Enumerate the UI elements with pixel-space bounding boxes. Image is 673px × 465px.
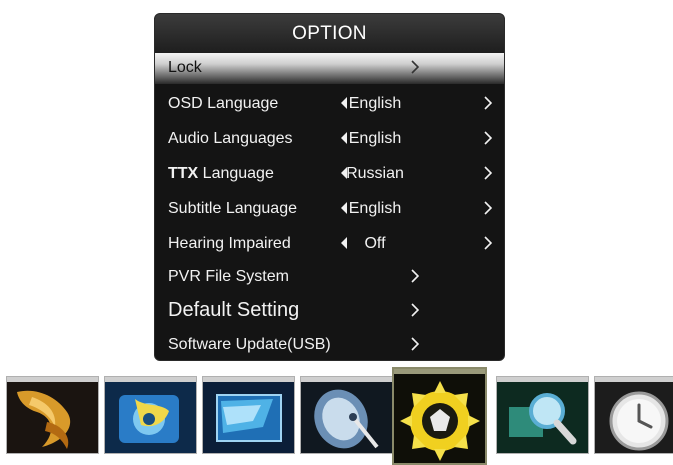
menu-item-hearing-impaired[interactable]: Hearing Impaired Off [155,229,504,260]
screen-menu-icon[interactable] [202,376,295,454]
menu-item-pvr-file-system[interactable]: PVR File System [155,262,504,293]
chevron-left-icon[interactable] [340,236,348,250]
menu-title: OPTION [155,14,504,53]
option-menu: OPTION Lock OSD Language English Audio L… [154,13,505,361]
chevron-left-icon[interactable] [340,131,348,145]
menu-item-label: Hearing Impaired [168,235,291,252]
chevron-left-icon[interactable] [340,201,348,215]
chevron-right-icon[interactable] [484,131,492,145]
menu-item-default-setting[interactable]: Default Setting [155,296,504,327]
menu-item-label-bold: TTX [168,165,199,182]
chevron-right-icon[interactable] [484,96,492,110]
menu-item-subtitle-language[interactable]: Subtitle Language English [155,194,504,225]
chevron-right-icon [411,303,419,317]
menu-item-label: TTX Language [168,165,274,183]
chevron-right-icon [411,337,419,351]
chevron-right-icon[interactable] [484,201,492,215]
menu-item-ttx-language[interactable]: TTX Language Russian [155,159,504,190]
menu-item-label: OSD Language [168,95,279,112]
chevron-right-icon [411,269,419,283]
chevron-right-icon[interactable] [484,166,492,180]
menu-item-label: Audio Languages [168,130,293,147]
channel-menu-icon[interactable] [300,376,393,454]
chevron-left-icon[interactable] [340,96,348,110]
menu-item-audio-languages[interactable]: Audio Languages English [155,124,504,155]
search-menu-icon[interactable] [496,376,589,454]
option-menu-icon[interactable] [392,367,487,465]
menu-item-lock[interactable]: Lock [155,53,504,84]
menu-item-label: Subtitle Language [168,200,297,217]
menu-item-label: Default Setting [168,299,300,321]
menu-item-label: Lock [168,59,202,76]
sound-menu-icon[interactable] [104,376,197,454]
menu-item-software-update[interactable]: Software Update(USB) [155,330,504,360]
menu-item-label: Software Update(USB) [168,336,331,353]
chevron-right-icon [411,60,419,74]
chevron-right-icon[interactable] [484,236,492,250]
time-menu-icon[interactable] [594,376,673,454]
menu-item-osd-language[interactable]: OSD Language English [155,89,504,120]
picture-menu-icon[interactable] [6,376,99,454]
menu-item-label-rest: Language [198,165,274,182]
menu-item-label: PVR File System [168,268,289,285]
main-menu-bar [0,366,673,465]
